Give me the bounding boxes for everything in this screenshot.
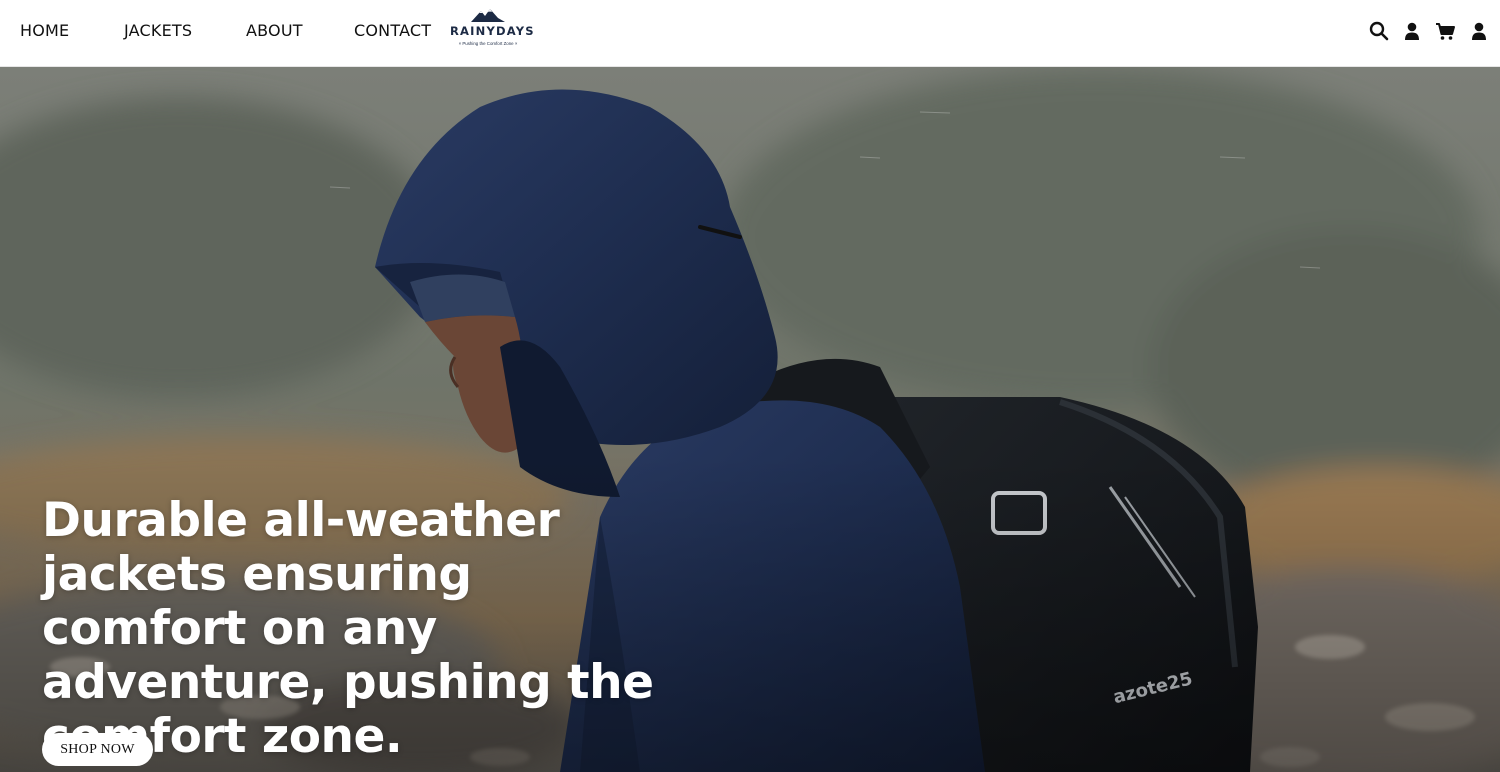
logo-wordmark: RAINYDAYS xyxy=(450,24,535,38)
hero-banner: azote25 Durable all-weather jackets ensu… xyxy=(0,67,1500,772)
logo-tagline: × Pushing the Comfort Zone × xyxy=(458,41,518,46)
nav-contact-link[interactable]: CONTACT xyxy=(354,21,431,40)
search-icon[interactable] xyxy=(1369,21,1389,41)
nav-jackets-link[interactable]: JACKETS xyxy=(124,21,192,40)
cart-icon[interactable] xyxy=(1435,21,1455,41)
account-icon[interactable] xyxy=(1469,21,1489,41)
user-icon[interactable] xyxy=(1402,21,1422,41)
hero-headline: Durable all-weather jackets ensuring com… xyxy=(42,493,654,764)
shop-now-button[interactable]: SHOP NOW xyxy=(42,733,153,766)
nav-home-link[interactable]: HOME xyxy=(20,21,69,40)
rainydays-logo[interactable]: RAINYDAYS × Pushing the Comfort Zone × xyxy=(450,8,535,52)
site-header: HOME JACKETS ABOUT CONTACT RAINYDAYS × P… xyxy=(0,0,1500,67)
mountain-logo-icon xyxy=(471,9,505,22)
nav-about-link[interactable]: ABOUT xyxy=(246,21,303,40)
